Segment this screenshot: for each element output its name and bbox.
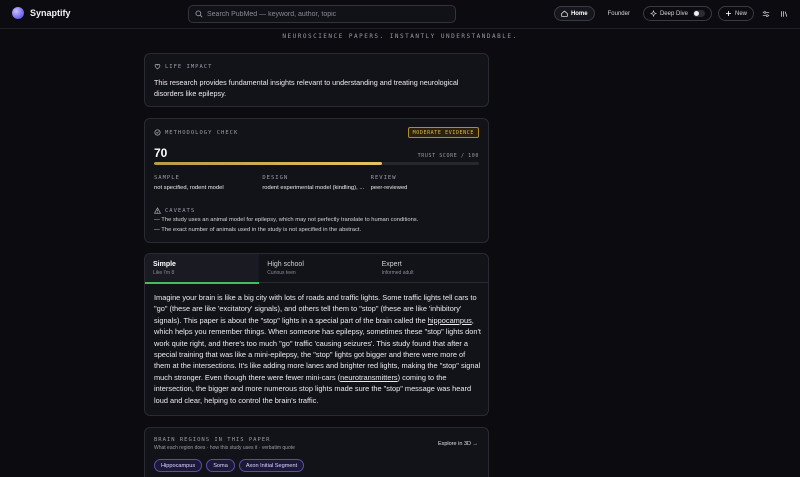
tab-expert[interactable]: Expert Informed adult [374, 254, 488, 283]
tab-simple-title: Simple [153, 261, 176, 268]
explore-3d-link[interactable]: Explore in 3D → [438, 441, 478, 447]
tab-high-school-title: High school [267, 261, 304, 268]
sliders-icon [762, 10, 770, 17]
stat-review-label: REVIEW [370, 175, 397, 181]
methodology-header: METHODOLOGY CHECK [154, 129, 238, 136]
nav-founder-button[interactable]: Founder [601, 6, 637, 21]
tagline: NEUROSCIENCE PAPERS. INSTANTLY UNDERSTAN… [282, 33, 518, 40]
explanation-card: Simple Like I'm 8 High school Curious te… [144, 253, 489, 416]
heart-icon [154, 64, 161, 70]
stat-design: DESIGN rodent experimental model (kindli… [262, 175, 370, 191]
trust-score-bar-fill [154, 162, 382, 165]
caveat-item: — The study uses an animal model for epi… [154, 217, 419, 223]
deep-dive-toggle[interactable] [692, 10, 705, 17]
nav-new-label: New [734, 10, 747, 17]
search-box[interactable] [188, 5, 456, 23]
evidence-badge: MODERATE EVIDENCE [407, 127, 479, 138]
stat-review-value: peer-reviewed [370, 185, 408, 191]
library-button[interactable] [778, 8, 790, 20]
caveat-item: — The exact number of animals used in th… [154, 227, 362, 233]
life-impact-text: This research provides fundamental insig… [154, 78, 459, 98]
stat-design-label: DESIGN [262, 175, 289, 181]
life-impact-label: LIFE IMPACT [165, 63, 213, 70]
trust-score-label: TRUST SCORE / 100 [417, 153, 479, 159]
stat-sample-value: not specified, rodent model [154, 185, 224, 191]
explanation-text: Imagine your brain is like a big city wi… [154, 292, 481, 406]
nav-home-label: Home [570, 10, 588, 17]
nav-home-button[interactable]: Home [553, 6, 595, 21]
tab-simple[interactable]: Simple Like I'm 8 [145, 254, 260, 284]
brain-regions-sub: What each region does · how this study u… [154, 445, 295, 451]
region-pill-axon-initial-segment[interactable]: Axon Initial Segment [238, 459, 305, 472]
tab-expert-sub: Informed adult [381, 270, 414, 276]
methodology-label: METHODOLOGY CHECK [165, 129, 239, 136]
life-impact-card: LIFE IMPACT This research provides funda… [144, 53, 489, 107]
top-bar: Synaptify Home Founder Deep Dive New [0, 0, 800, 29]
nav-new-button[interactable]: New [717, 6, 754, 21]
stat-review: REVIEW peer-reviewed [371, 175, 479, 191]
brain-regions-label: BRAIN REGIONS IN THIS PAPER [154, 437, 271, 443]
tab-expert-title: Expert [381, 261, 402, 268]
nav-deep-dive-label: Deep Dive [659, 10, 688, 17]
brand[interactable]: Synaptify [12, 7, 71, 19]
reading-level-tabs: Simple Like I'm 8 High school Curious te… [145, 254, 488, 284]
region-pill-soma[interactable]: Soma [206, 459, 235, 472]
shield-check-icon [154, 129, 161, 136]
caveats-header: CAVEATS [154, 207, 195, 214]
trust-score-value: 70 [154, 146, 168, 160]
term-link-neurotransmitters[interactable]: neurotransmitters [340, 373, 398, 382]
plus-icon [726, 11, 731, 16]
stat-sample: SAMPLE not specified, rodent model [154, 175, 262, 191]
top-nav: Home Founder Deep Dive New [553, 6, 790, 21]
method-stats: SAMPLE not specified, rodent model DESIG… [154, 175, 479, 191]
sparkle-icon [649, 10, 657, 17]
library-icon [781, 10, 788, 17]
term-link-hippocampus[interactable]: hippocampus [428, 316, 472, 325]
stat-sample-label: SAMPLE [154, 175, 180, 181]
methodology-card: METHODOLOGY CHECK MODERATE EVIDENCE 70 T… [144, 118, 489, 243]
stat-design-value: rodent experimental model (kindling), ..… [262, 185, 365, 191]
region-pill-hippocampus[interactable]: Hippocampus [154, 459, 203, 472]
logo-icon [12, 7, 24, 19]
warning-icon [154, 207, 161, 214]
settings-button[interactable] [760, 8, 772, 20]
home-icon [561, 10, 568, 17]
brain-regions-card: BRAIN REGIONS IN THIS PAPER What each re… [144, 427, 489, 477]
app-name: Synaptify [30, 8, 71, 18]
tab-high-school-sub: Curious teen [267, 270, 296, 276]
tab-simple-sub: Like I'm 8 [153, 270, 175, 276]
trust-score-bar [154, 162, 479, 165]
caveats-label: CAVEATS [165, 207, 196, 214]
life-impact-header: LIFE IMPACT [154, 63, 212, 70]
search-input[interactable] [207, 10, 455, 18]
nav-deep-dive-button[interactable]: Deep Dive [642, 6, 712, 21]
search-icon [195, 10, 203, 18]
tab-high-school[interactable]: High school Curious teen [259, 254, 373, 283]
nav-founder-label: Founder [607, 10, 630, 17]
region-pills: Hippocampus Soma Axon Initial Segment [154, 459, 305, 472]
